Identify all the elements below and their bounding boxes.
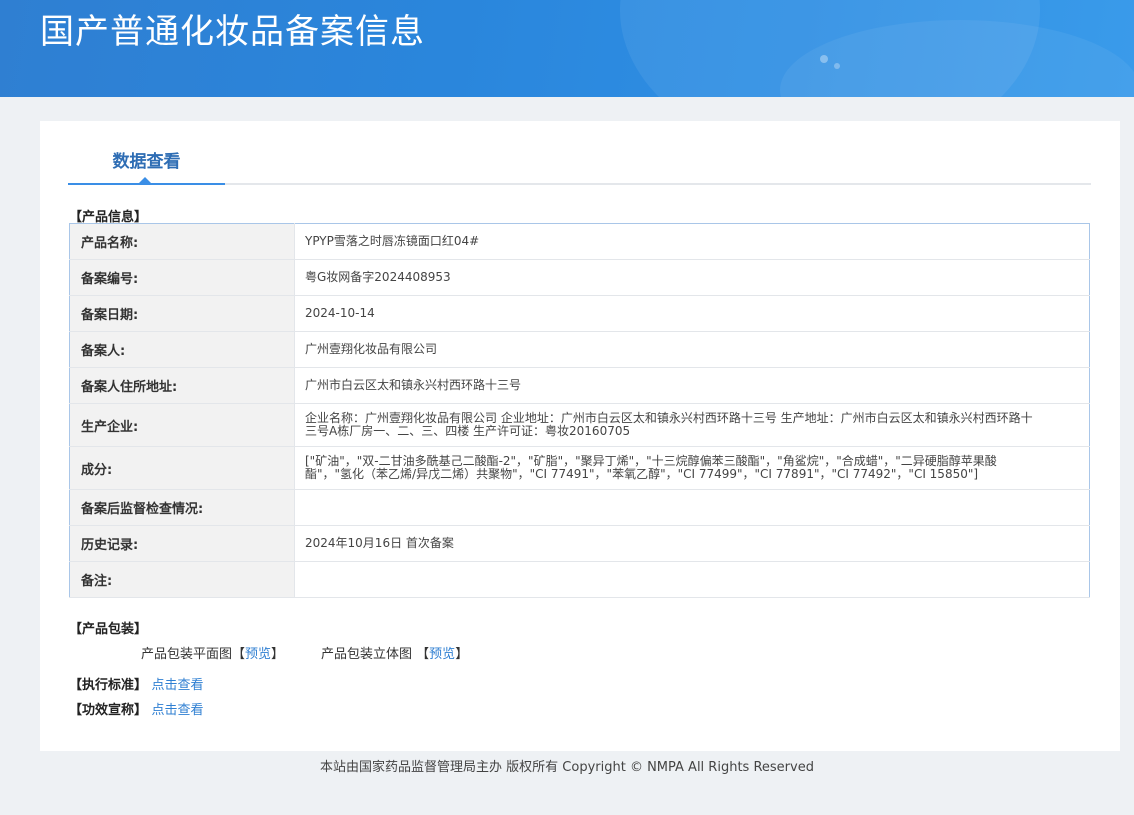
info-row-value: ["矿油"，"双-二甘油多酰基己二酸酯-2"，"矿脂"，"聚异丁烯"，"十三烷醇…: [294, 446, 1090, 490]
info-row-value: 企业名称：广州壹翔化妆品有限公司 企业地址：广州市白云区太和镇永兴村西环路十三号…: [294, 403, 1090, 447]
info-row-value: YPYP雪落之时唇冻镜面口红04#: [294, 223, 1090, 260]
tab-active-indicator: [139, 177, 151, 183]
info-row-value: 2024年10月16日 首次备案: [294, 525, 1090, 562]
info-row-label: 产品名称:: [69, 223, 295, 260]
info-row-label: 备注:: [69, 561, 295, 598]
info-row-label: 生产企业:: [69, 403, 295, 447]
info-row-value: [294, 489, 1090, 526]
info-row-value: [294, 561, 1090, 598]
info-row-label: 备案后监督检查情况:: [69, 489, 295, 526]
page-title: 国产普通化妆品备案信息: [40, 12, 425, 52]
info-row: 备案编号: 粤G妆网备字2024408953: [69, 259, 1090, 296]
bracket: 】: [271, 647, 285, 662]
efficacy-heading: 【功效宣称】 点击查看: [69, 699, 204, 718]
info-row: 备案日期: 2024-10-14: [69, 295, 1090, 332]
info-row: 历史记录: 2024年10月16日 首次备案: [69, 525, 1090, 562]
efficacy-view-link[interactable]: 点击查看: [152, 703, 204, 718]
info-row-label: 成分:: [69, 446, 295, 490]
3d-preview-link[interactable]: 预览: [429, 647, 455, 662]
footer-copyright: 本站由国家药品监督管理局主办 版权所有 Copyright © NMPA All…: [320, 760, 814, 775]
info-row: 备注:: [69, 561, 1090, 598]
info-row: 成分: ["矿油"，"双-二甘油多酰基己二酸酯-2"，"矿脂"，"聚异丁烯"，"十…: [69, 446, 1090, 490]
info-row-label: 备案编号:: [69, 259, 295, 296]
info-row: 备案人住所地址: 广州市白云区太和镇永兴村西环路十三号: [69, 367, 1090, 404]
info-row: 生产企业: 企业名称：广州壹翔化妆品有限公司 企业地址：广州市白云区太和镇永兴村西…: [69, 403, 1090, 447]
standard-label: 【执行标准】: [69, 678, 148, 693]
info-row-value: 广州壹翔化妆品有限公司: [294, 331, 1090, 368]
info-row-value: 粤G妆网备字2024408953: [294, 259, 1090, 296]
info-row: 备案后监督检查情况:: [69, 489, 1090, 526]
info-row: 备案人: 广州壹翔化妆品有限公司: [69, 331, 1090, 368]
info-row-value: 广州市白云区太和镇永兴村西环路十三号: [294, 367, 1090, 404]
tab-data-view[interactable]: 数据查看: [68, 121, 225, 185]
packaging-flat-label: 产品包装平面图: [141, 647, 233, 662]
bracket: 【: [416, 647, 430, 662]
info-row-label: 备案人住所地址:: [69, 367, 295, 404]
banner-decoration: [820, 55, 828, 63]
header-banner: 国产普通化妆品备案信息: [0, 0, 1134, 97]
bracket: 】: [455, 647, 469, 662]
packaging-heading: 【产品包装】: [69, 622, 148, 637]
product-info-table: 产品名称: YPYP雪落之时唇冻镜面口红04# 备案编号: 粤G妆网备字2024408…: [69, 223, 1090, 598]
tab-label: 数据查看: [112, 152, 181, 172]
standard-heading: 【执行标准】 点击查看: [69, 674, 204, 693]
info-row-label: 历史记录:: [69, 525, 295, 562]
info-row-value: 2024-10-14: [294, 295, 1090, 332]
info-row-label: 备案日期:: [69, 295, 295, 332]
content-panel: 数据查看 【产品信息】 产品名称: YPYP雪落之时唇冻镜面口红04# 备案编号: 粤…: [40, 121, 1120, 751]
info-row-label: 备案人:: [69, 331, 295, 368]
bracket: 【: [232, 647, 246, 662]
packaging-3d-item: 产品包装立体图 【预览】: [321, 643, 468, 662]
flat-preview-link[interactable]: 预览: [245, 647, 271, 662]
packaging-flat-item: 产品包装平面图【预览】: [141, 643, 284, 662]
tab-bar: 数据查看: [68, 121, 1091, 185]
efficacy-label: 【功效宣称】: [69, 703, 148, 718]
info-row: 产品名称: YPYP雪落之时唇冻镜面口红04#: [69, 223, 1090, 260]
standard-view-link[interactable]: 点击查看: [152, 678, 204, 693]
packaging-3d-label: 产品包装立体图: [321, 647, 413, 662]
banner-decoration: [834, 63, 840, 69]
